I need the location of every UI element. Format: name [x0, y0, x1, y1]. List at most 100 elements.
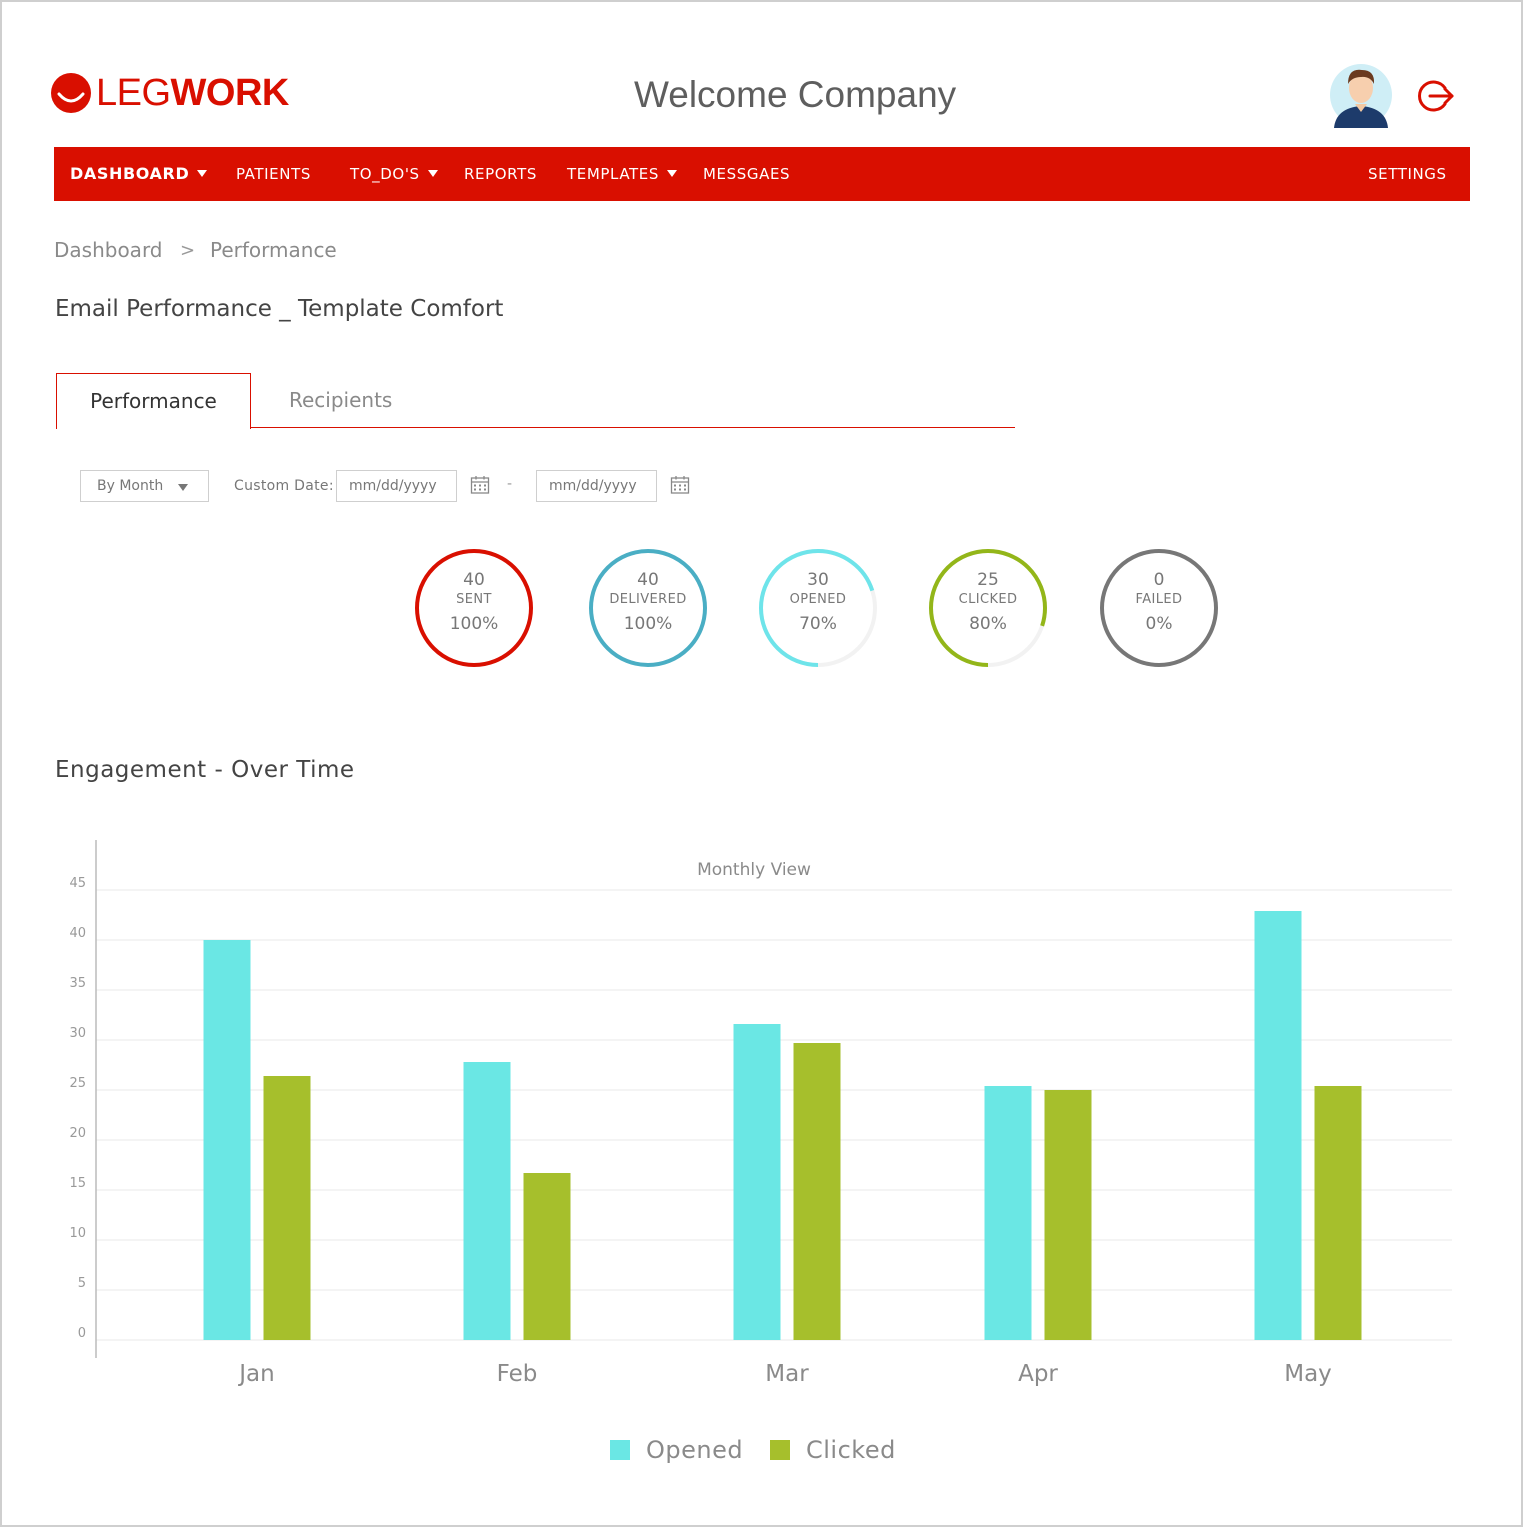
y-tick-label: 15 — [69, 1176, 86, 1191]
y-tick-label: 20 — [69, 1126, 86, 1141]
stat-percent: 80% — [969, 614, 1007, 634]
nav-messages-label: MESSGAES — [703, 165, 791, 183]
chevron-down-icon — [178, 484, 188, 491]
date-range-separator: - — [507, 476, 513, 492]
legwork-logo[interactable]: LEGWORK — [50, 72, 289, 114]
stat-ring — [1100, 549, 1218, 667]
calendar-icon[interactable] — [470, 475, 490, 495]
stat-label: SENT — [456, 592, 492, 607]
logo-mark-icon — [51, 73, 91, 113]
bar-opened-apr — [984, 1086, 1032, 1340]
chevron-down-icon — [667, 170, 677, 177]
logout-icon[interactable] — [1416, 76, 1456, 116]
bar-clicked-mar — [793, 1043, 841, 1340]
stat-percent: 100% — [449, 614, 499, 634]
y-tick-label: 45 — [69, 876, 86, 891]
bar-opened-may — [1254, 911, 1302, 1340]
stat-label: CLICKED — [958, 592, 1018, 607]
legend-opened[interactable]: Opened — [610, 1436, 743, 1464]
stat-ring — [759, 549, 877, 667]
tab-recipients[interactable]: Recipients — [289, 388, 392, 412]
legend-label-clicked: Clicked — [806, 1436, 896, 1464]
nav-messages[interactable]: MESSGAES — [703, 147, 790, 201]
page-title: Email Performance _ Template Comfort — [55, 296, 504, 322]
nav-todos[interactable]: TO_DO'S — [350, 147, 438, 201]
chart-title: Monthly View — [697, 860, 811, 880]
stat-clicked: 25 CLICKED 80% — [928, 548, 1048, 668]
stat-label: OPENED — [789, 592, 847, 607]
nav-patients-label: PATIENTS — [236, 165, 311, 183]
start-date-input[interactable] — [336, 470, 457, 502]
stat-ring — [415, 549, 533, 667]
bar-opened-jan — [203, 940, 251, 1340]
nav-reports[interactable]: REPORTS — [464, 147, 537, 201]
bar-clicked-may — [1314, 1086, 1362, 1340]
nav-dashboard-label: DASHBOARD — [70, 164, 190, 183]
nav-templates[interactable]: TEMPLATES — [567, 147, 677, 201]
stat-value: 40 — [637, 570, 659, 590]
x-tick-label: Jan — [237, 1361, 274, 1387]
period-select-value: By Month — [97, 478, 164, 494]
stat-ring — [929, 549, 1047, 667]
y-tick-label: 40 — [69, 926, 86, 941]
nav-dashboard[interactable]: DASHBOARD — [70, 147, 208, 201]
nav-templates-label: TEMPLATES — [567, 165, 659, 183]
chevron-down-icon — [427, 170, 438, 177]
bar-opened-mar — [733, 1024, 781, 1340]
stat-sent: 40 SENT 100% — [414, 548, 534, 668]
stat-ring — [589, 549, 707, 667]
legend-swatch-clicked — [770, 1440, 790, 1460]
welcome-title: Welcome Company — [634, 74, 957, 115]
stat-value: 25 — [977, 570, 999, 590]
legend-clicked[interactable]: Clicked — [770, 1436, 896, 1464]
nav-settings-label: SETTINGS — [1368, 165, 1447, 183]
end-date-input[interactable] — [536, 470, 657, 502]
period-select[interactable]: By Month — [80, 470, 209, 502]
logo-text: LEGWORK — [96, 72, 289, 114]
y-tick-label: 10 — [69, 1226, 86, 1241]
tab-performance[interactable]: Performance — [56, 373, 251, 429]
x-tick-label: May — [1284, 1361, 1332, 1387]
breadcrumb-separator-icon: > — [180, 240, 196, 261]
nav-todos-label: TO_DO'S — [350, 165, 420, 183]
tab-underline — [250, 427, 1015, 428]
stat-value: 30 — [807, 570, 829, 590]
breadcrumb-current: Performance — [210, 238, 337, 262]
stat-percent: 70% — [799, 614, 837, 634]
nav-reports-label: REPORTS — [464, 165, 537, 183]
x-tick-label: Feb — [497, 1361, 538, 1387]
nav-settings[interactable]: SETTINGS — [1368, 147, 1447, 201]
section-title: Engagement - Over Time — [55, 757, 355, 783]
stat-failed: 0 FAILED 0% — [1099, 548, 1219, 668]
tab-performance-label: Performance — [90, 389, 217, 413]
y-tick-label: 0 — [78, 1326, 86, 1341]
engagement-bar-chart: Monthly View 0 5 10 15 20 25 30 35 40 45 Jan Feb Mar A… — [69, 840, 1452, 1387]
stat-label: FAILED — [1135, 592, 1183, 607]
bar-clicked-apr — [1044, 1090, 1092, 1340]
chevron-down-icon — [197, 170, 208, 177]
stat-label: DELIVERED — [609, 592, 687, 607]
stat-delivered: 40 DELIVERED 100% — [588, 548, 708, 668]
main-nav: DASHBOARD PATIENTS TO_DO'S REPORTS TEMPL… — [54, 147, 1470, 201]
y-tick-label: 30 — [69, 1026, 86, 1041]
bar-clicked-feb — [523, 1173, 571, 1340]
breadcrumb-dashboard[interactable]: Dashboard — [54, 238, 163, 262]
y-tick-label: 5 — [78, 1276, 86, 1291]
legend-swatch-opened — [610, 1440, 630, 1460]
stat-percent: 100% — [623, 614, 673, 634]
legend-label-opened: Opened — [646, 1436, 744, 1464]
calendar-icon[interactable] — [670, 475, 690, 495]
y-tick-label: 25 — [69, 1076, 86, 1091]
stat-opened: 30 OPENED 70% — [758, 548, 878, 668]
x-tick-label: Apr — [1018, 1361, 1058, 1387]
nav-patients[interactable]: PATIENTS — [236, 147, 311, 201]
x-tick-label: Mar — [765, 1361, 809, 1387]
bar-opened-feb — [463, 1062, 511, 1340]
stat-value: 40 — [463, 570, 485, 590]
y-tick-label: 35 — [69, 976, 86, 991]
user-avatar-icon[interactable] — [1328, 62, 1394, 128]
custom-date-label: Custom Date: — [234, 478, 334, 494]
stat-value: 0 — [1153, 570, 1165, 590]
stat-percent: 0% — [1145, 614, 1173, 634]
bar-clicked-jan — [263, 1076, 311, 1340]
